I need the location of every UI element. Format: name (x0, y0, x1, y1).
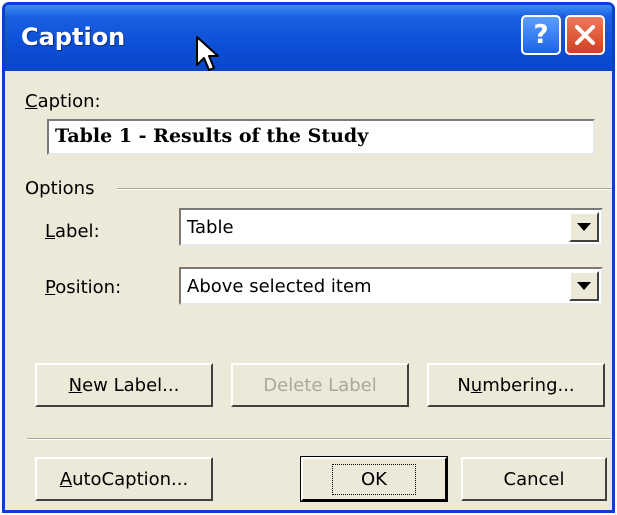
mouse-cursor-icon (196, 36, 219, 71)
label-field-label: Label: (45, 221, 100, 242)
cancel-button[interactable]: Cancel (461, 457, 607, 501)
help-icon: ? (533, 20, 549, 50)
chevron-down-icon (577, 223, 591, 231)
window-title: Caption (21, 23, 126, 51)
caption-input[interactable]: Table 1 - Results of the Study (47, 119, 595, 155)
position-field-label: Position: (45, 277, 122, 298)
button-row-divider (27, 438, 611, 440)
autocaption-button[interactable]: AutoCaption... (35, 457, 213, 501)
position-dropdown-value: Above selected item (187, 276, 372, 297)
ok-button-label: OK (332, 463, 416, 495)
options-divider (117, 188, 612, 190)
title-bar[interactable]: Caption ? (5, 5, 612, 71)
label-dropdown-button[interactable] (569, 212, 599, 242)
delete-label-button: Delete Label (231, 363, 409, 407)
close-button[interactable] (565, 15, 605, 55)
position-dropdown-button[interactable] (569, 271, 599, 301)
caption-label: Caption: (25, 91, 101, 112)
new-label-button[interactable]: New Label... (35, 363, 213, 407)
ok-button[interactable]: OK (300, 456, 448, 502)
options-group-label: Options (25, 178, 95, 199)
caption-dialog: Caption ? Caption: Table 1 - Results of … (2, 2, 615, 513)
numbering-button[interactable]: Numbering... (427, 363, 605, 407)
close-icon (575, 25, 595, 45)
label-dropdown[interactable]: Table (179, 208, 603, 246)
position-dropdown[interactable]: Above selected item (179, 267, 603, 305)
chevron-down-icon (577, 282, 591, 290)
label-dropdown-value: Table (187, 217, 234, 238)
help-button[interactable]: ? (521, 15, 561, 55)
